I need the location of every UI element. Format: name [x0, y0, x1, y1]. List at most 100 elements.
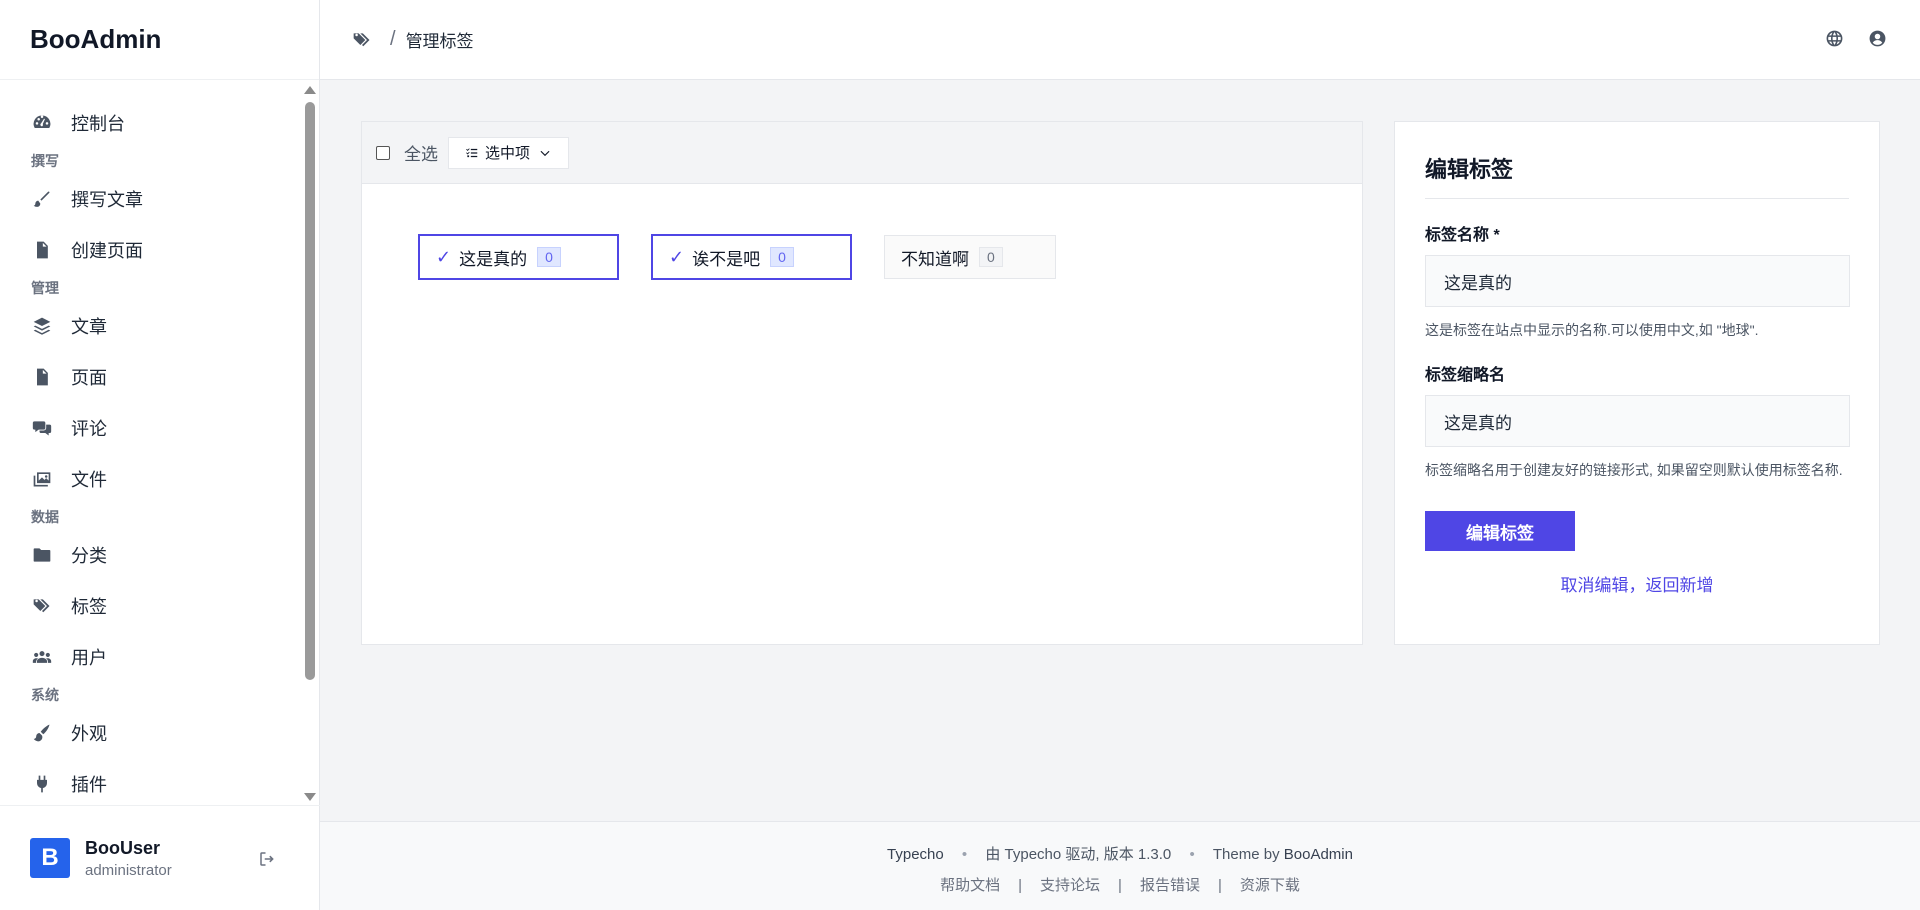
tag-name-help: 这是标签在站点中显示的名称.可以使用中文,如 "地球".: [1425, 322, 1759, 338]
sidebar-item-label: 文件: [71, 469, 107, 490]
bulk-actions-dropdown[interactable]: 选中项: [448, 136, 570, 169]
sidebar-item[interactable]: 评论: [0, 402, 300, 453]
footer-links: 帮助文档 | 支持论坛 | 报告错误 | 资源下载: [320, 874, 1920, 895]
breadcrumb-separator: /: [390, 28, 396, 50]
footer-link[interactable]: 帮助文档: [940, 877, 1000, 894]
sidebar-item[interactable]: 标签: [0, 580, 300, 631]
sidebar-section-label: 数据: [31, 508, 59, 525]
sidebar-item-label: 文章: [71, 316, 107, 337]
sidebar-item-label: 撰写文章: [71, 189, 143, 210]
footer-link[interactable]: 支持论坛: [1040, 877, 1100, 894]
user-role: administrator: [85, 861, 172, 879]
footer: Typecho • 由 Typecho 驱动, 版本 1.3.0 • Theme…: [320, 821, 1920, 910]
footer-dot: •: [961, 846, 968, 863]
footer-link[interactable]: 报告错误: [1140, 877, 1200, 894]
sidebar-section-label: 撰写: [31, 152, 59, 169]
plug-icon: [31, 773, 53, 795]
file-icon: [31, 366, 53, 388]
tag-slug-help: 标签缩略名用于创建友好的链接形式, 如果留空则默认使用标签名称.: [1425, 462, 1843, 478]
edit-tag-form: 编辑标签 标签名称 * 这是标签在站点中显示的名称.可以使用中文,如 "地球".…: [1394, 121, 1880, 645]
sidebar-item[interactable]: 文章: [0, 300, 300, 351]
document-icon: [31, 239, 53, 261]
tag-count-badge: 0: [770, 247, 794, 267]
sidebar-section-label: 系统: [31, 686, 59, 703]
tag-slug-label: 标签缩略名: [1425, 367, 1506, 384]
user-name[interactable]: BooUser: [85, 838, 172, 859]
layers-icon: [31, 315, 53, 337]
cancel-edit-link[interactable]: 取消编辑，返回新增: [1425, 571, 1849, 596]
top-header: / 管理标签: [320, 0, 1920, 80]
tag-item[interactable]: 不知道啊 0: [884, 235, 1056, 279]
sidebar-item-label: 外观: [71, 723, 107, 744]
sidebar-item[interactable]: 控制台: [0, 97, 300, 148]
footer-link[interactable]: 资源下载: [1240, 877, 1300, 894]
tag-list-card: 全选 选中项 ✓ 这是真的 0 ✓ 诶不是吧 0 不知道啊 0: [361, 121, 1363, 645]
sidebar-item-label: 用户: [71, 647, 107, 668]
footer-separator: |: [1018, 877, 1023, 894]
sidebar-item-label: 控制台: [71, 113, 125, 134]
sidebar-nav: 控制台撰写撰写文章创建页面管理文章页面评论文件数据分类标签用户系统外观插件: [0, 80, 300, 805]
folder-icon: [31, 544, 53, 566]
chevron-down-icon: [538, 146, 552, 160]
user-circle-icon[interactable]: [1868, 29, 1888, 49]
tags-icon[interactable]: [352, 29, 374, 51]
sidebar-item-label: 分类: [71, 545, 107, 566]
tag-name-label: 标签名称 *: [1425, 227, 1500, 244]
globe-icon[interactable]: [1825, 29, 1845, 49]
paint-brush-icon: [31, 722, 53, 744]
sidebar-item[interactable]: 页面: [0, 351, 300, 402]
checkmark-icon: ✓: [669, 246, 685, 267]
list-toolbar: 全选 选中项: [362, 122, 1362, 184]
sidebar-item[interactable]: 插件: [0, 758, 300, 805]
tag-name: 诶不是吧: [692, 249, 761, 269]
checkmark-icon: ✓: [436, 246, 452, 267]
brush-icon: [31, 188, 53, 210]
footer-powered: 由 Typecho 驱动, 版本 1.3.0: [985, 846, 1172, 863]
footer-theme-prefix: Theme by: [1212, 846, 1284, 863]
tag-item[interactable]: ✓ 诶不是吧 0: [651, 234, 852, 280]
sidebar-item-label: 评论: [71, 418, 107, 439]
logout-icon[interactable]: [258, 850, 278, 870]
dashboard-icon: [31, 112, 53, 134]
sidebar-item[interactable]: 创建页面: [0, 224, 300, 275]
select-all-checkbox[interactable]: [376, 145, 390, 160]
tag-name: 这是真的: [459, 249, 528, 269]
list-check-icon: [466, 147, 478, 157]
sidebar-item-label: 页面: [71, 367, 107, 388]
sidebar-item[interactable]: 分类: [0, 529, 300, 580]
brand-logo[interactable]: BooAdmin: [0, 0, 319, 80]
tag-count-badge: 0: [537, 247, 561, 267]
sidebar-item-label: 标签: [71, 596, 107, 617]
edit-tag-button[interactable]: 编辑标签: [1425, 511, 1575, 551]
footer-separator: |: [1217, 877, 1222, 894]
tag-count-badge: 0: [979, 247, 1003, 267]
sidebar-section-label: 管理: [31, 279, 59, 296]
page-title: 管理标签: [405, 32, 474, 51]
tag-item[interactable]: ✓ 这是真的 0: [418, 234, 619, 280]
tag-name-input[interactable]: [1425, 255, 1850, 307]
sidebar-scrollbar[interactable]: [301, 82, 317, 805]
tag-slug-input[interactable]: [1425, 395, 1850, 447]
scroll-thumb[interactable]: [305, 102, 315, 680]
scroll-up-arrow-icon[interactable]: [304, 86, 316, 94]
tag-list: ✓ 这是真的 0 ✓ 诶不是吧 0 不知道啊 0: [418, 234, 1056, 280]
tag-name: 不知道啊: [901, 249, 969, 269]
select-all-label[interactable]: 全选: [404, 140, 438, 165]
footer-theme-name[interactable]: BooAdmin: [1284, 846, 1353, 863]
sidebar-item[interactable]: 用户: [0, 631, 300, 682]
user-box: B BooUser administrator: [0, 805, 320, 910]
footer-app-name[interactable]: Typecho: [887, 846, 944, 863]
sidebar-item-label: 创建页面: [71, 240, 143, 261]
tags-icon: [31, 595, 53, 617]
comments-icon: [31, 417, 53, 439]
scroll-down-arrow-icon[interactable]: [304, 793, 316, 801]
footer-separator: |: [1118, 877, 1122, 894]
avatar[interactable]: B: [30, 838, 70, 878]
bulk-actions-label: 选中项: [485, 145, 531, 162]
sidebar-item-label: 插件: [71, 774, 107, 795]
sidebar-item[interactable]: 撰写文章: [0, 173, 300, 224]
sidebar-item[interactable]: 外观: [0, 707, 300, 758]
users-icon: [31, 646, 53, 668]
form-title: 编辑标签: [1425, 152, 1849, 199]
sidebar-item[interactable]: 文件: [0, 453, 300, 504]
